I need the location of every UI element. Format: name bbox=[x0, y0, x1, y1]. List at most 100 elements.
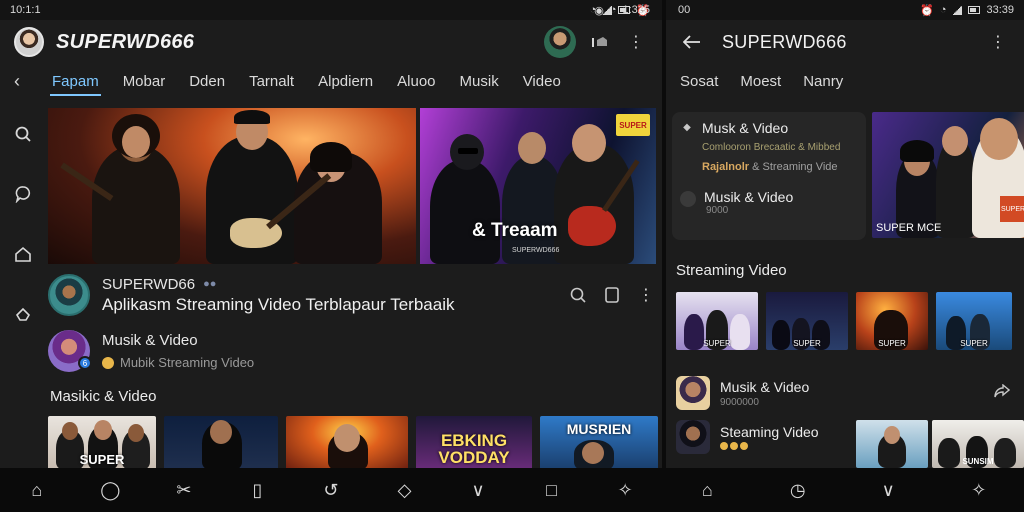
wifi-icon: ◔ bbox=[609, 4, 617, 16]
list-item[interactable]: Steaming Video SUNSIM bbox=[676, 420, 1024, 468]
square-icon[interactable]: □ bbox=[537, 480, 567, 501]
thumbnail-label: SUPER bbox=[793, 339, 821, 348]
status-time-right: 33:39 bbox=[986, 4, 1014, 16]
bottom-nav: ⌂ ◯ ✂ ▯ ↺ ◇ ∨ □ ✧ ⌂ ◷ ∨ ✧ bbox=[0, 468, 1024, 512]
status-left-glyph: 00 bbox=[678, 4, 691, 16]
card-title: Musk & Video bbox=[702, 120, 789, 136]
music-video-row[interactable]: 6 Musik & Video Mubik Streaming Video bbox=[48, 326, 448, 376]
search-icon[interactable] bbox=[566, 283, 590, 307]
back-arrow-icon[interactable] bbox=[680, 30, 704, 54]
thumbnail[interactable] bbox=[286, 416, 408, 468]
share-icon[interactable] bbox=[994, 383, 1011, 401]
feature-caption: SUPER MCE bbox=[876, 222, 942, 234]
channel-text: SUPERWD66 ●● Aplikasm Streaming Video Te… bbox=[102, 276, 554, 315]
right-thumbnail-row: SUPER SUPER SUPER SUPER bbox=[676, 292, 1012, 350]
library-icon[interactable] bbox=[11, 302, 35, 326]
feature-badge: SUPER bbox=[1000, 196, 1024, 222]
tab-3[interactable]: Tarnalt bbox=[247, 67, 296, 96]
thumbnail[interactable]: SUPER bbox=[766, 292, 848, 350]
info-card[interactable]: ◆ Musk & Video Comlooron Brecaatic & Mib… bbox=[672, 112, 866, 240]
battery-nav-icon[interactable]: ▯ bbox=[242, 480, 272, 501]
thumbnail[interactable] bbox=[164, 416, 278, 468]
thumbnail-label: SUPER bbox=[703, 339, 731, 348]
chevron-down-icon[interactable]: ∨ bbox=[873, 480, 903, 501]
thumbnail[interactable]: EBKING VODDAY bbox=[416, 416, 532, 468]
more-vert-icon[interactable]: ⋮ bbox=[634, 283, 658, 307]
chevron-down-icon[interactable]: ∨ bbox=[463, 480, 493, 501]
profile-avatar[interactable] bbox=[14, 27, 44, 57]
list-item-subtitle: 9000000 bbox=[720, 396, 759, 408]
channel-row[interactable]: SUPERWD66 ●● Aplikasm Streaming Video Te… bbox=[48, 270, 658, 320]
right-title: SUPERWD666 bbox=[722, 31, 847, 52]
thumbnail-label: SUPER bbox=[960, 339, 988, 348]
list-item[interactable]: Musik & Video 9000000 bbox=[676, 376, 1016, 410]
pin-icon: ◆ bbox=[683, 122, 691, 133]
channel-description: Aplikasm Streaming Video Terblapaur Terb… bbox=[102, 294, 455, 314]
thumbnail[interactable]: SUPER bbox=[936, 292, 1012, 350]
right-tab-0[interactable]: Sosat bbox=[680, 73, 718, 90]
tab-7[interactable]: Video bbox=[521, 67, 563, 96]
thumbnail-label: MUSRIEN bbox=[566, 421, 632, 437]
cast-icon[interactable] bbox=[588, 30, 612, 54]
thumbnail[interactable]: MUSRIEN bbox=[540, 416, 658, 468]
banner-subcaption: SUPERWD666 bbox=[512, 247, 560, 254]
banner-image-stream[interactable]: SUPER & Treaam SUPERWD666 bbox=[420, 108, 656, 264]
tab-5[interactable]: Aluoo bbox=[395, 67, 437, 96]
tab-2[interactable]: Dden bbox=[187, 67, 227, 96]
card-avatar bbox=[680, 191, 696, 207]
channel-name: SUPERWD66 bbox=[102, 275, 196, 293]
clock-icon[interactable]: ◷ bbox=[783, 480, 813, 501]
channel-avatar[interactable] bbox=[48, 274, 90, 316]
thumbnail[interactable]: SUPER bbox=[48, 416, 156, 468]
home-icon[interactable]: ⌂ bbox=[22, 480, 52, 501]
thumbnail-label: SUPER bbox=[79, 452, 125, 467]
more-vert-icon[interactable]: ⋮ bbox=[624, 30, 648, 54]
list-thumbnails: SUNSIM bbox=[856, 420, 1024, 468]
section-title: Streaming Video bbox=[676, 262, 787, 279]
settings-icon[interactable]: ✧ bbox=[964, 480, 994, 501]
thumbnail[interactable]: SUPER bbox=[856, 292, 928, 350]
music-video-avatar[interactable]: 6 bbox=[48, 330, 92, 372]
banner-image-band[interactable] bbox=[48, 108, 416, 264]
card-line-rest: & Streaming Vide bbox=[749, 161, 838, 173]
tab-6[interactable]: Musik bbox=[458, 67, 501, 96]
account-avatar[interactable] bbox=[544, 26, 576, 58]
save-icon[interactable] bbox=[600, 283, 624, 307]
battery-icon bbox=[968, 6, 981, 14]
section-title: Masikic & Video bbox=[50, 388, 157, 405]
right-tab-2[interactable]: Nanry bbox=[803, 73, 843, 90]
right-tab-1[interactable]: Moest bbox=[740, 73, 781, 90]
thumbnail-label: SUPER bbox=[878, 339, 906, 348]
right-header: SUPERWD666 ⋮ bbox=[666, 20, 1024, 64]
thumbnail[interactable]: SUPER bbox=[676, 292, 758, 350]
coin-icon bbox=[102, 356, 114, 369]
home-icon[interactable] bbox=[11, 242, 35, 266]
music-video-subtitle: Mubik Streaming Video bbox=[120, 355, 255, 370]
thumbnail-label: SUNSIM bbox=[962, 457, 994, 466]
back-arrow-icon[interactable]: ‹ bbox=[14, 71, 36, 92]
library-icon[interactable]: ◇ bbox=[390, 480, 420, 501]
search-icon[interactable] bbox=[11, 122, 35, 146]
tab-4[interactable]: Alpdiern bbox=[316, 67, 375, 96]
chat-icon[interactable] bbox=[11, 182, 35, 206]
banner-badge: SUPER bbox=[616, 114, 650, 136]
status-time: 10:1:1 bbox=[10, 4, 41, 16]
home-icon[interactable]: ⌂ bbox=[692, 480, 722, 501]
recent-icon[interactable]: ↺ bbox=[316, 480, 346, 501]
alarm-icon: ⏰ bbox=[920, 4, 934, 17]
list-item-avatar bbox=[676, 420, 710, 454]
card-sub-2: 9000 bbox=[706, 205, 729, 216]
left-panel: SUPERWD666 ⋮ ‹ Fapam Mobar Dden Tarnalt Alpd… bbox=[0, 20, 662, 468]
channel-actions: ⋮ bbox=[566, 283, 658, 307]
tools-icon[interactable]: ✂ bbox=[169, 480, 199, 501]
app-title: SUPERWD666 bbox=[56, 30, 195, 53]
chat-icon[interactable]: ◯ bbox=[95, 480, 125, 501]
thumbnail[interactable] bbox=[856, 420, 928, 468]
thumbnail[interactable]: SUNSIM bbox=[932, 420, 1024, 468]
more-vert-icon[interactable]: ⋮ bbox=[986, 30, 1010, 54]
settings-icon[interactable]: ✧ bbox=[610, 480, 640, 501]
tab-0[interactable]: Fapam bbox=[50, 67, 101, 96]
tab-1[interactable]: Mobar bbox=[121, 67, 168, 96]
feature-image[interactable]: SUPER SUPER MCE bbox=[872, 112, 1024, 238]
banner-caption: & Treaam bbox=[472, 220, 558, 241]
